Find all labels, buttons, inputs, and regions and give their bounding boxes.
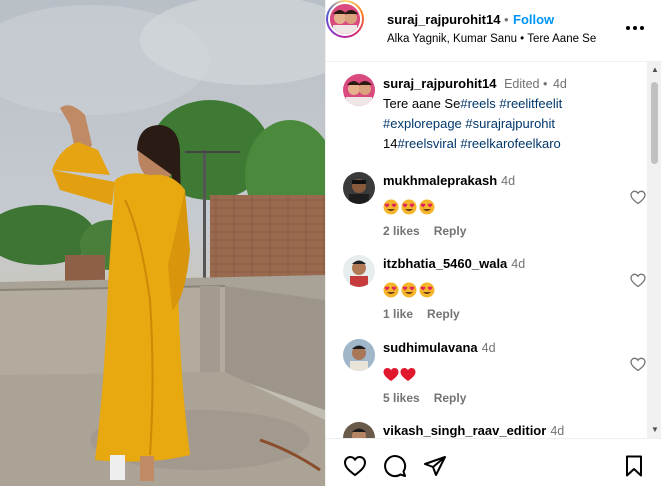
audio-track-link[interactable]: Alka Yagnik, Kumar Sanu • Tere Aane Se (387, 33, 596, 45)
heart-eyes-emoji-icon (401, 199, 417, 215)
bookmark-icon[interactable] (622, 454, 646, 478)
comment-reply-button[interactable]: Reply (427, 307, 460, 321)
comment-likes-link[interactable]: 5 likes (383, 391, 420, 405)
heart-eyes-emoji-icon (419, 199, 435, 215)
heart-eyes-emoji-icon (383, 199, 399, 215)
comment-likes-link[interactable]: 1 like (383, 307, 413, 321)
hashtag-link[interactable]: #explorepage (383, 116, 462, 131)
post-details-panel: suraj_rajpurohit14 • Follow Alka Yagnik,… (325, 0, 662, 486)
caption-avatar-image (343, 74, 375, 106)
caption-username[interactable]: suraj_rajpurohit14 (383, 76, 496, 91)
red-heart-emoji-icon (383, 367, 399, 381)
commenter-username[interactable]: sudhimulavana (383, 340, 478, 355)
comment-body: mukhmaleprakash 4d 2 likes Reply (383, 172, 613, 238)
commenter-username[interactable]: mukhmaleprakash (383, 173, 497, 188)
comment-item: itzbhatia_5460_wala 4d 1 like Reply (343, 255, 646, 325)
hashtag-link[interactable]: #reelitfeelit (499, 96, 562, 111)
heart-icon[interactable] (343, 454, 367, 478)
commenter-avatar[interactable] (343, 422, 375, 438)
share-icon[interactable] (423, 454, 447, 478)
follow-button[interactable]: Follow (513, 12, 554, 27)
commenter-avatar-image (343, 339, 375, 371)
heart-eyes-emoji-icon (401, 282, 417, 298)
comment-text (383, 364, 613, 382)
post-header: suraj_rajpurohit14 • Follow Alka Yagnik,… (326, 0, 662, 62)
comment-time: 4d (550, 424, 565, 438)
comment-like-heart-icon[interactable] (630, 357, 646, 372)
comment-item: sudhimulavana 4d 5 likes Reply (343, 339, 646, 409)
hashtag-link[interactable]: #reelsviral (397, 136, 456, 151)
commenter-avatar-image (343, 255, 375, 287)
caption-text: suraj_rajpurohit14 Edited • 4d Tere aane… (383, 74, 633, 154)
heart-eyes-emoji-icon (419, 282, 435, 298)
comment-body: itzbhatia_5460_wala 4d 1 like Reply (383, 255, 613, 321)
comment-time: 4d (501, 174, 516, 188)
comment-body: sudhimulavana 4d 5 likes Reply (383, 339, 613, 405)
heart-eyes-emoji-icon (383, 282, 399, 298)
comments-scroll-area[interactable]: suraj_rajpurohit14 Edited • 4d Tere aane… (326, 62, 662, 438)
author-avatar[interactable] (326, 0, 364, 38)
comment-text (383, 280, 613, 298)
caption-edited-label: Edited • (504, 77, 548, 91)
comment-time: 4d (511, 257, 526, 271)
commenter-avatar[interactable] (343, 339, 375, 371)
commenter-avatar-image (343, 172, 375, 204)
author-avatar-image (330, 4, 360, 34)
commenter-avatar[interactable] (343, 172, 375, 204)
caption-time: 4d (552, 77, 567, 91)
hashtag-link[interactable]: #reelkarofeelkaro (460, 136, 560, 151)
comment-like-heart-icon[interactable] (630, 190, 646, 205)
comment-item: vikash_singh_raav_editior 4d (343, 422, 643, 438)
more-horizontal-icon[interactable] (623, 18, 647, 38)
comment-reply-button[interactable]: Reply (434, 224, 467, 238)
comment-time: 4d (481, 341, 496, 355)
comment-item: mukhmaleprakash 4d 2 likes Reply (343, 172, 646, 242)
reel-video[interactable] (0, 0, 325, 486)
commenter-avatar-image (343, 422, 375, 438)
hashtag-link[interactable]: #surajrajpurohit (465, 116, 555, 131)
separator-dot: • (504, 12, 509, 27)
caption-body-suffix: 14 (383, 136, 398, 151)
red-heart-emoji-icon (400, 367, 416, 381)
scroll-down-arrow-icon[interactable]: ▼ (650, 426, 660, 434)
comment-text (383, 197, 613, 215)
reel-video-frame (0, 0, 325, 486)
caption-body: Tere aane Se (383, 96, 461, 111)
comment-body: vikash_singh_raav_editior 4d (383, 422, 623, 438)
commenter-username[interactable]: vikash_singh_raav_editior (383, 423, 546, 438)
comment-like-heart-icon[interactable] (630, 273, 646, 288)
author-username[interactable]: suraj_rajpurohit14 (387, 12, 500, 27)
comment-icon[interactable] (383, 454, 407, 478)
comment-likes-link[interactable]: 2 likes (383, 224, 420, 238)
caption-block: suraj_rajpurohit14 Edited • 4d Tere aane… (343, 74, 643, 154)
comment-reply-button[interactable]: Reply (434, 391, 467, 405)
scroll-up-arrow-icon[interactable]: ▲ (650, 66, 660, 74)
post-actions-bar (326, 438, 662, 486)
scrollbar-thumb[interactable] (651, 82, 658, 164)
caption-author-avatar[interactable] (343, 74, 375, 106)
hashtag-link[interactable]: #reels (460, 96, 495, 111)
commenter-username[interactable]: itzbhatia_5460_wala (383, 256, 507, 271)
commenter-avatar[interactable] (343, 255, 375, 287)
